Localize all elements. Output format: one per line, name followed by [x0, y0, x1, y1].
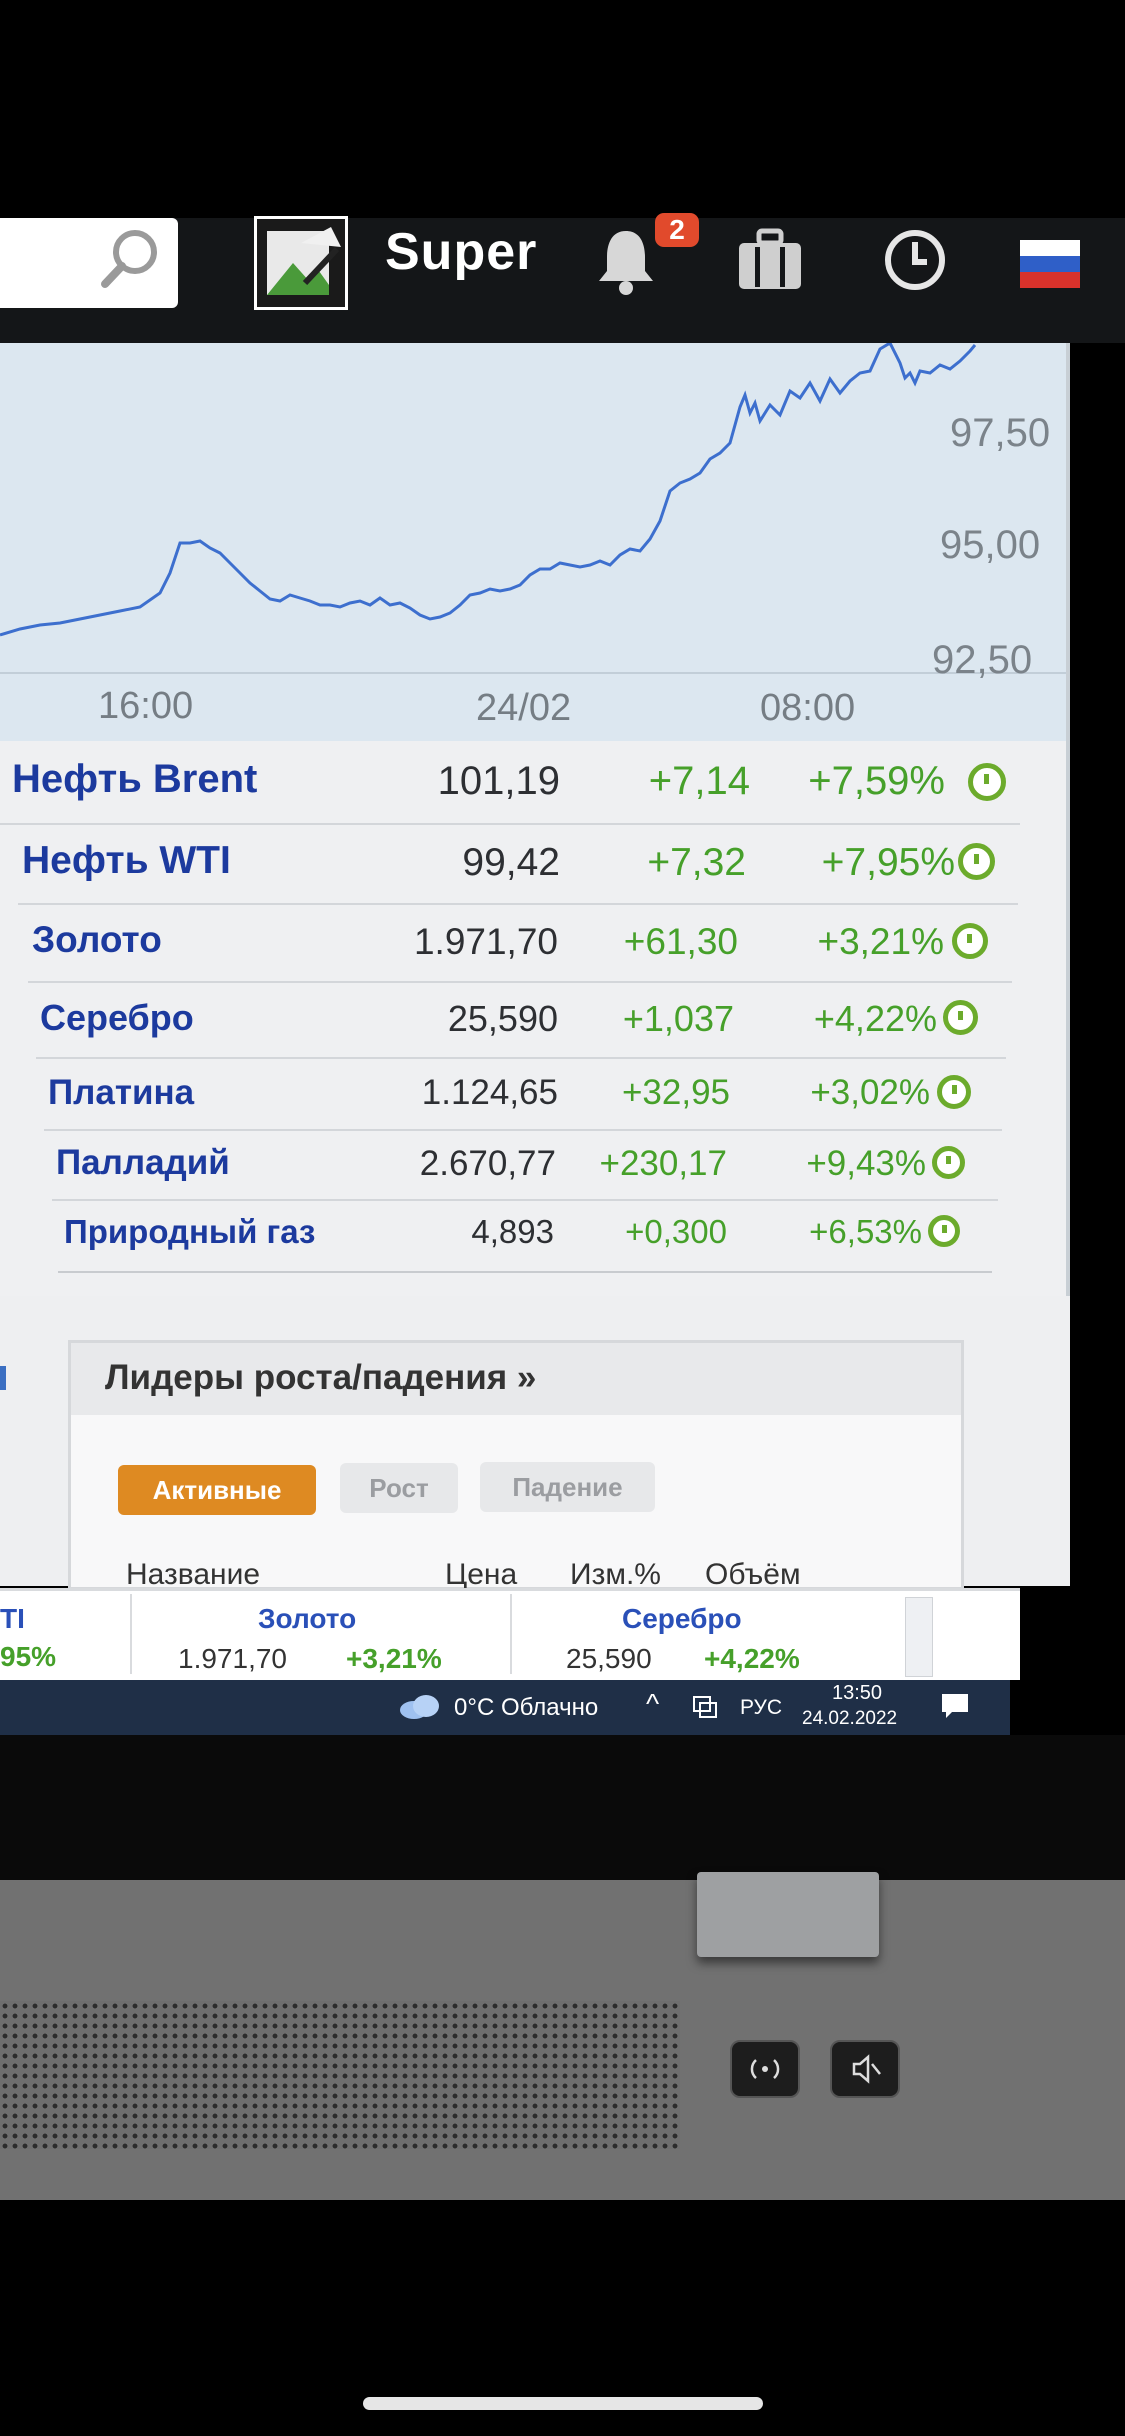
wireless-icon [750, 2059, 780, 2079]
table-row[interactable]: Палладий 2.670,77 +230,17 +9,43% [52, 1129, 998, 1201]
ticker-item-value: 25,590 [566, 1643, 652, 1674]
instrument-change-percent: +7,59% [808, 759, 945, 803]
table-row[interactable]: Нефть Brent 101,19 +7,14 +7,59% [0, 741, 1020, 825]
y-tick-label: 97,50 [950, 411, 1051, 455]
scroll-arrow-icon[interactable] [0, 1366, 6, 1390]
search-icon[interactable] [95, 224, 165, 294]
tab-losers[interactable]: Падение [480, 1462, 655, 1512]
tab-active[interactable]: Активные [118, 1465, 316, 1515]
instrument-change: +32,95 [621, 1073, 730, 1112]
instrument-price: 25,590 [447, 998, 558, 1039]
delayed-quote-clock-icon [943, 1000, 978, 1035]
instrument-name[interactable]: Золото [32, 919, 162, 961]
instrument-name[interactable]: Платина [48, 1073, 194, 1113]
instrument-change-percent: +4,22% [813, 998, 937, 1039]
y-tick-label: 92,50 [932, 638, 1033, 682]
windows-taskbar: 0°C Облачно ^ РУС 13:50 24.02.2022 [0, 1680, 1010, 1735]
delayed-quote-clock-icon [952, 923, 988, 959]
wireless-toggle-button[interactable] [730, 2040, 800, 2098]
mute-icon [852, 2054, 881, 2084]
bell-icon[interactable] [593, 225, 659, 297]
ticker-divider [510, 1594, 512, 1674]
instrument-price: 1.124,65 [421, 1073, 558, 1112]
instrument-name[interactable]: Палладий [56, 1143, 230, 1183]
instrument-price: 2.670,77 [419, 1144, 556, 1183]
delayed-quote-clock-icon [968, 763, 1006, 801]
instrument-change: +7,14 [648, 759, 750, 803]
language-flag-icon[interactable] [1020, 240, 1080, 288]
ticker-item-change: 95% [0, 1641, 57, 1672]
table-row[interactable]: Серебро 25,590 +1,037 +4,22% [36, 981, 1006, 1059]
speaker-grille [0, 2001, 680, 2149]
instrument-price: 101,19 [437, 759, 560, 803]
ticker-divider [130, 1594, 132, 1674]
instrument-change: +1,037 [622, 998, 734, 1039]
instrument-change: +0,300 [625, 1213, 727, 1250]
clock-time[interactable]: 13:50 [832, 1682, 882, 1705]
x-tick-label: 24/02 [476, 687, 572, 729]
table-row[interactable]: Платина 1.124,65 +32,95 +3,02% [44, 1057, 1002, 1131]
column-header-volume[interactable]: Объём [705, 1558, 801, 1592]
x-tick-label: 08:00 [760, 687, 856, 729]
instrument-change: +61,30 [623, 921, 738, 962]
laptop-bezel [0, 1735, 1125, 1895]
avatar-image-icon [267, 227, 341, 295]
notification-badge: 2 [655, 213, 699, 247]
ticker-scroll-control[interactable] [905, 1597, 933, 1677]
input-language[interactable]: РУС [740, 1696, 782, 1720]
ticker-item-name[interactable]: TI [0, 1603, 25, 1635]
instrument-price: 4,893 [471, 1213, 554, 1250]
chevron-up-icon[interactable]: ^ [646, 1688, 659, 1720]
mute-button[interactable] [830, 2040, 900, 2098]
price-series-line [0, 343, 977, 637]
instrument-change-percent: +7,95% [821, 841, 955, 884]
briefcase-icon[interactable] [735, 225, 805, 295]
instrument-name[interactable]: Природный газ [64, 1213, 315, 1251]
instrument-name[interactable]: Нефть Brent [12, 757, 257, 802]
instrument-change-percent: +3,02% [810, 1073, 930, 1112]
notifications-center-icon[interactable] [940, 1692, 970, 1720]
weather-status[interactable]: 0°C Облачно [454, 1694, 598, 1722]
table-row[interactable]: Золото 1.971,70 +61,30 +3,21% [28, 903, 1012, 983]
clock-icon[interactable] [883, 228, 947, 292]
price-chart[interactable]: 97,50 95,00 92,50 16:00 24/02 08:00 [0, 343, 1070, 741]
ticker-item-name[interactable]: Серебро [622, 1603, 742, 1635]
column-header-change-percent[interactable]: Изм.% [570, 1558, 661, 1592]
column-header-name[interactable]: Название [126, 1558, 260, 1592]
ticker-item-value: 1.971,70 [178, 1643, 287, 1674]
y-tick-label: 95,00 [940, 523, 1041, 567]
ticker-item-change: +3,21% [346, 1643, 442, 1674]
price-line-chart [0, 343, 1066, 674]
table-row[interactable]: Природный газ 4,893 +0,300 +6,53% [58, 1199, 992, 1273]
leaders-title-link[interactable]: Лидеры роста/падения » [105, 1358, 536, 1398]
network-icon[interactable] [690, 1694, 720, 1720]
instrument-change-percent: +3,21% [817, 921, 944, 962]
ticker-item-name[interactable]: Золото [258, 1603, 356, 1635]
table-row[interactable]: Нефть WTI 99,42 +7,32 +7,95% [18, 823, 1018, 905]
avatar[interactable] [254, 216, 348, 310]
delayed-quote-clock-icon [932, 1146, 965, 1179]
instrument-price: 1.971,70 [413, 921, 558, 962]
commodities-quotes-table: Нефть Brent 101,19 +7,14 +7,59% Нефть WT… [0, 741, 1070, 1296]
home-indicator[interactable] [363, 2397, 763, 2410]
delayed-quote-clock-icon [937, 1075, 971, 1109]
delayed-quote-clock-icon [928, 1215, 960, 1247]
instrument-change-percent: +9,43% [806, 1144, 926, 1183]
instrument-price: 99,42 [462, 841, 560, 884]
tab-gainers[interactable]: Рост [340, 1463, 458, 1513]
column-header-price[interactable]: Цена [445, 1558, 517, 1592]
instrument-name[interactable]: Нефть WTI [22, 839, 231, 883]
laptop-hinge [697, 1872, 879, 1957]
instrument-name[interactable]: Серебро [40, 997, 194, 1039]
instrument-change: +230,17 [599, 1144, 728, 1183]
instrument-change-percent: +6,53% [809, 1213, 922, 1250]
instrument-change: +7,32 [647, 841, 746, 884]
clock-date[interactable]: 24.02.2022 [802, 1708, 897, 1730]
x-tick-label: 16:00 [98, 685, 194, 727]
delayed-quote-clock-icon [958, 843, 995, 880]
ticker-item-change: +4,22% [704, 1643, 800, 1674]
cloud-icon [400, 1695, 439, 1719]
user-name[interactable]: Super [385, 222, 537, 282]
